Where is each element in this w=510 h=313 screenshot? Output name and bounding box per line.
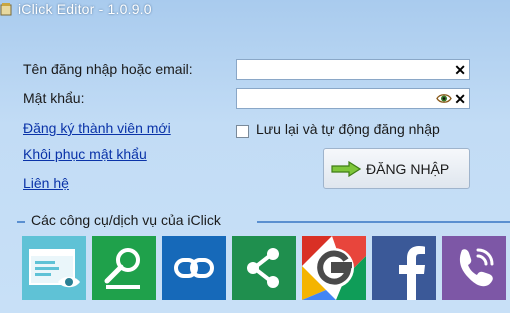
window-title: iClick Editor - 1.0.9.0 bbox=[18, 1, 152, 17]
clear-password-icon[interactable]: ✕ bbox=[454, 90, 466, 108]
login-button[interactable]: ĐĂNG NHẬP bbox=[323, 148, 470, 189]
share-icon bbox=[247, 248, 279, 288]
tool-viber[interactable] bbox=[442, 236, 506, 300]
recover-password-link[interactable]: Khôi phục mật khẩu bbox=[23, 146, 147, 162]
remember-checkbox[interactable] bbox=[236, 125, 249, 138]
show-password-icon[interactable] bbox=[436, 92, 452, 105]
login-button-label: ĐĂNG NHẬP bbox=[366, 161, 450, 177]
contact-link[interactable]: Liên hệ bbox=[23, 175, 69, 191]
tool-link[interactable] bbox=[162, 236, 226, 300]
section-divider-right bbox=[257, 221, 510, 223]
google-icon bbox=[302, 236, 366, 300]
tools-section-title: Các công cụ/dịch vụ của iClick bbox=[31, 212, 221, 228]
title-bar: iClick Editor - 1.0.9.0 bbox=[0, 0, 510, 20]
tool-share[interactable] bbox=[232, 236, 296, 300]
password-label: Mật khẩu: bbox=[23, 90, 85, 106]
search-tool-icon bbox=[104, 248, 140, 289]
username-label: Tên đăng nhập hoặc email: bbox=[23, 61, 193, 77]
section-divider-left bbox=[17, 221, 25, 223]
app-icon bbox=[0, 3, 12, 16]
tool-facebook[interactable] bbox=[372, 236, 436, 300]
clear-username-icon[interactable]: ✕ bbox=[454, 61, 466, 79]
tool-google[interactable] bbox=[302, 236, 366, 300]
app-window: iClick Editor - 1.0.9.0 Tên đăng nhập ho… bbox=[0, 0, 510, 313]
password-field[interactable]: ✕ bbox=[236, 88, 470, 109]
register-link[interactable]: Đăng ký thành viên mới bbox=[23, 120, 171, 136]
arrow-right-icon bbox=[331, 161, 361, 177]
tool-browser-view[interactable] bbox=[22, 236, 86, 300]
facebook-icon bbox=[399, 246, 425, 300]
viber-icon bbox=[459, 248, 494, 287]
username-field[interactable]: ✕ bbox=[236, 59, 470, 80]
browser-view-icon bbox=[29, 249, 80, 288]
tool-search[interactable] bbox=[92, 236, 156, 300]
remember-label: Lưu lại và tự động đăng nhập bbox=[256, 121, 440, 137]
link-icon bbox=[174, 258, 214, 278]
